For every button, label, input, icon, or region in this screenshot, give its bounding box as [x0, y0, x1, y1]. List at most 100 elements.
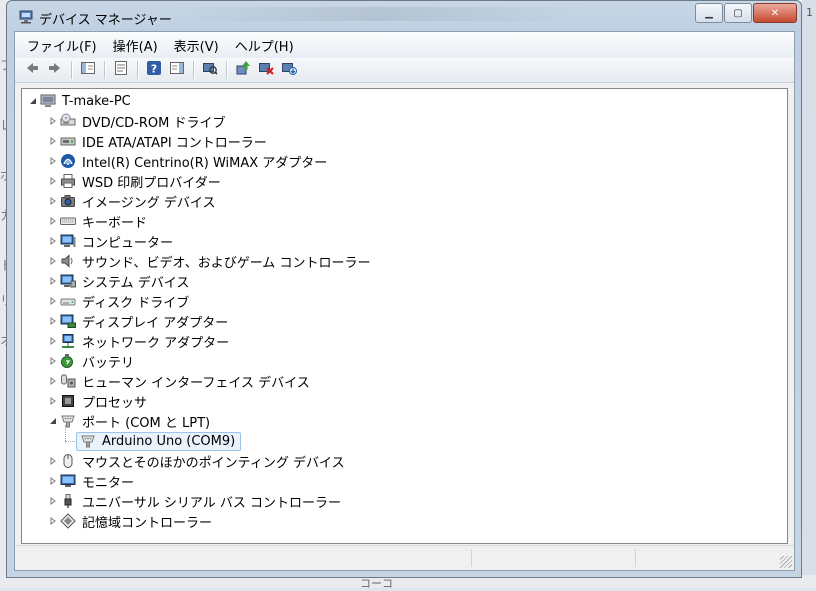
tree-item[interactable]: バッテリ — [48, 351, 136, 371]
scan-hardware-button[interactable] — [199, 60, 221, 80]
tree-item[interactable]: コンピューター — [48, 231, 175, 251]
collapsed-arrow-icon[interactable] — [48, 116, 58, 126]
maximize-button[interactable]: ▢ — [724, 3, 752, 23]
tree-item[interactable]: ディスク ドライブ — [48, 291, 191, 311]
show-hide-tree-button[interactable] — [77, 60, 99, 80]
computer-icon — [60, 233, 76, 249]
properties-icon — [113, 60, 129, 80]
tree-item-label: 記憶域コントローラー — [82, 515, 213, 531]
collapsed-arrow-icon[interactable] — [48, 156, 58, 166]
collapsed-arrow-icon[interactable] — [48, 176, 58, 186]
selection-highlight: Arduino Uno (COM9) — [76, 431, 242, 451]
device-manager-window: デバイス マネージャー ▁ ▢ ✕ ファイル(F) 操作(A) 表示(V) ヘル… — [6, 0, 802, 578]
collapsed-arrow-icon[interactable] — [48, 296, 58, 306]
tree-connector — [65, 441, 75, 442]
disable-device-button[interactable] — [255, 60, 277, 80]
collapsed-arrow-icon[interactable] — [48, 256, 58, 266]
uninstall-device-button[interactable] — [278, 60, 300, 80]
tree-item-label: Intel(R) Centrino(R) WiMAX アダプター — [82, 155, 328, 171]
mouse-icon — [60, 453, 76, 469]
tree-item-label: プロセッサ — [82, 395, 148, 411]
collapsed-arrow-icon[interactable] — [48, 276, 58, 286]
properties-button[interactable] — [110, 60, 132, 80]
expanded-arrow-icon[interactable] — [48, 416, 58, 426]
menu-action[interactable]: 操作(A) — [113, 36, 158, 55]
tree-item[interactable]: Intel(R) Centrino(R) WiMAX アダプター — [48, 151, 329, 171]
collapsed-arrow-icon[interactable] — [48, 496, 58, 506]
toolbar-separator — [137, 61, 139, 79]
dvd-drive-icon — [60, 113, 76, 129]
menu-help[interactable]: ヘルプ(H) — [235, 36, 294, 55]
tree-item-label: モニター — [82, 475, 135, 491]
tree-item-label: キーボード — [82, 215, 148, 231]
collapsed-arrow-icon[interactable] — [48, 136, 58, 146]
tree-item[interactable]: ネットワーク アダプター — [48, 331, 231, 351]
computer-root-icon — [40, 93, 56, 109]
tree-item[interactable]: キーボード — [48, 211, 149, 231]
title-bar[interactable]: デバイス マネージャー ▁ ▢ ✕ — [7, 1, 801, 31]
hid-icon — [60, 373, 76, 389]
tree-item[interactable]: ディスプレイ アダプター — [48, 311, 230, 331]
tree-item[interactable]: DVD/CD-ROM ドライブ — [48, 111, 227, 131]
menu-file[interactable]: ファイル(F) — [27, 36, 97, 55]
tree-item[interactable]: ユニバーサル シリアル バス コントローラー — [48, 491, 343, 511]
collapsed-arrow-icon[interactable] — [48, 336, 58, 346]
tree-item[interactable]: モニター — [48, 471, 136, 491]
tree-item-label: DVD/CD-ROM ドライブ — [82, 115, 226, 131]
collapsed-arrow-icon[interactable] — [48, 396, 58, 406]
battery-icon — [60, 353, 76, 369]
show-action-pane-icon — [169, 60, 185, 80]
tree-item[interactable]: ポート (COM と LPT) — [48, 411, 212, 431]
forward-icon — [47, 60, 63, 80]
processor-icon — [60, 393, 76, 409]
show-action-pane-button[interactable] — [166, 60, 188, 80]
tree-item[interactable]: サウンド、ビデオ、およびゲーム コントローラー — [48, 251, 372, 271]
toolbar: ? — [15, 58, 794, 83]
menu-view[interactable]: 表示(V) — [174, 36, 219, 55]
tree-item-label: ネットワーク アダプター — [82, 335, 230, 351]
collapsed-arrow-icon[interactable] — [48, 456, 58, 466]
tree-item-label: Arduino Uno (COM9) — [102, 433, 236, 449]
show-hide-tree-icon — [80, 60, 96, 80]
tree-item-label: ディスク ドライブ — [82, 295, 190, 311]
update-driver-button[interactable] — [232, 60, 254, 80]
collapsed-arrow-icon[interactable] — [48, 376, 58, 386]
tree-item[interactable]: 記憶域コントローラー — [48, 511, 214, 531]
tree-item-label: イメージング デバイス — [82, 195, 216, 211]
tree-item[interactable]: IDE ATA/ATAPI コントローラー — [48, 131, 269, 151]
tree-item-label: コンピューター — [82, 235, 174, 251]
collapsed-arrow-icon[interactable] — [48, 516, 58, 526]
collapsed-arrow-icon[interactable] — [48, 196, 58, 206]
expanded-arrow-icon[interactable] — [28, 96, 38, 106]
resize-grip[interactable] — [780, 556, 792, 568]
close-button[interactable]: ✕ — [753, 3, 797, 23]
device-manager-icon — [19, 9, 35, 24]
tree-root-computer[interactable]: T-make-PC — [28, 91, 133, 111]
tree-item[interactable]: システム デバイス — [48, 271, 191, 291]
collapsed-arrow-icon[interactable] — [48, 316, 58, 326]
forward-button[interactable] — [44, 60, 66, 80]
minimize-button[interactable]: ▁ — [695, 3, 723, 23]
tree-item-arduino-port[interactable]: Arduino Uno (COM9) — [76, 431, 242, 451]
help-button[interactable]: ? — [143, 60, 165, 80]
collapsed-arrow-icon[interactable] — [48, 216, 58, 226]
network-adapter-icon — [60, 333, 76, 349]
background-right-strip: 1 — [802, 0, 816, 588]
maximize-icon: ▢ — [733, 7, 743, 19]
tree-item[interactable]: イメージング デバイス — [48, 191, 217, 211]
close-icon: ✕ — [770, 7, 780, 19]
back-button[interactable] — [21, 60, 43, 80]
tree-item[interactable]: ヒューマン インターフェイス デバイス — [48, 371, 312, 391]
tree-item[interactable]: プロセッサ — [48, 391, 149, 411]
collapsed-arrow-icon[interactable] — [48, 236, 58, 246]
tree-item[interactable]: WSD 印刷プロバイダー — [48, 171, 223, 191]
device-tree[interactable]: T-make-PC DVD/CD-ROM ドライブ IDE ATA/ATAPI コン… — [21, 88, 788, 544]
speaker-icon — [60, 253, 76, 269]
toolbar-separator — [226, 61, 228, 79]
tree-item[interactable]: マウスとそのほかのポインティング デバイス — [48, 451, 347, 471]
client-area: ファイル(F) 操作(A) 表示(V) ヘルプ(H) ? T-make-PC DV… — [14, 31, 795, 571]
collapsed-arrow-icon[interactable] — [48, 476, 58, 486]
collapsed-arrow-icon[interactable] — [48, 356, 58, 366]
usb-icon — [60, 493, 76, 509]
tree-connector — [65, 425, 66, 441]
